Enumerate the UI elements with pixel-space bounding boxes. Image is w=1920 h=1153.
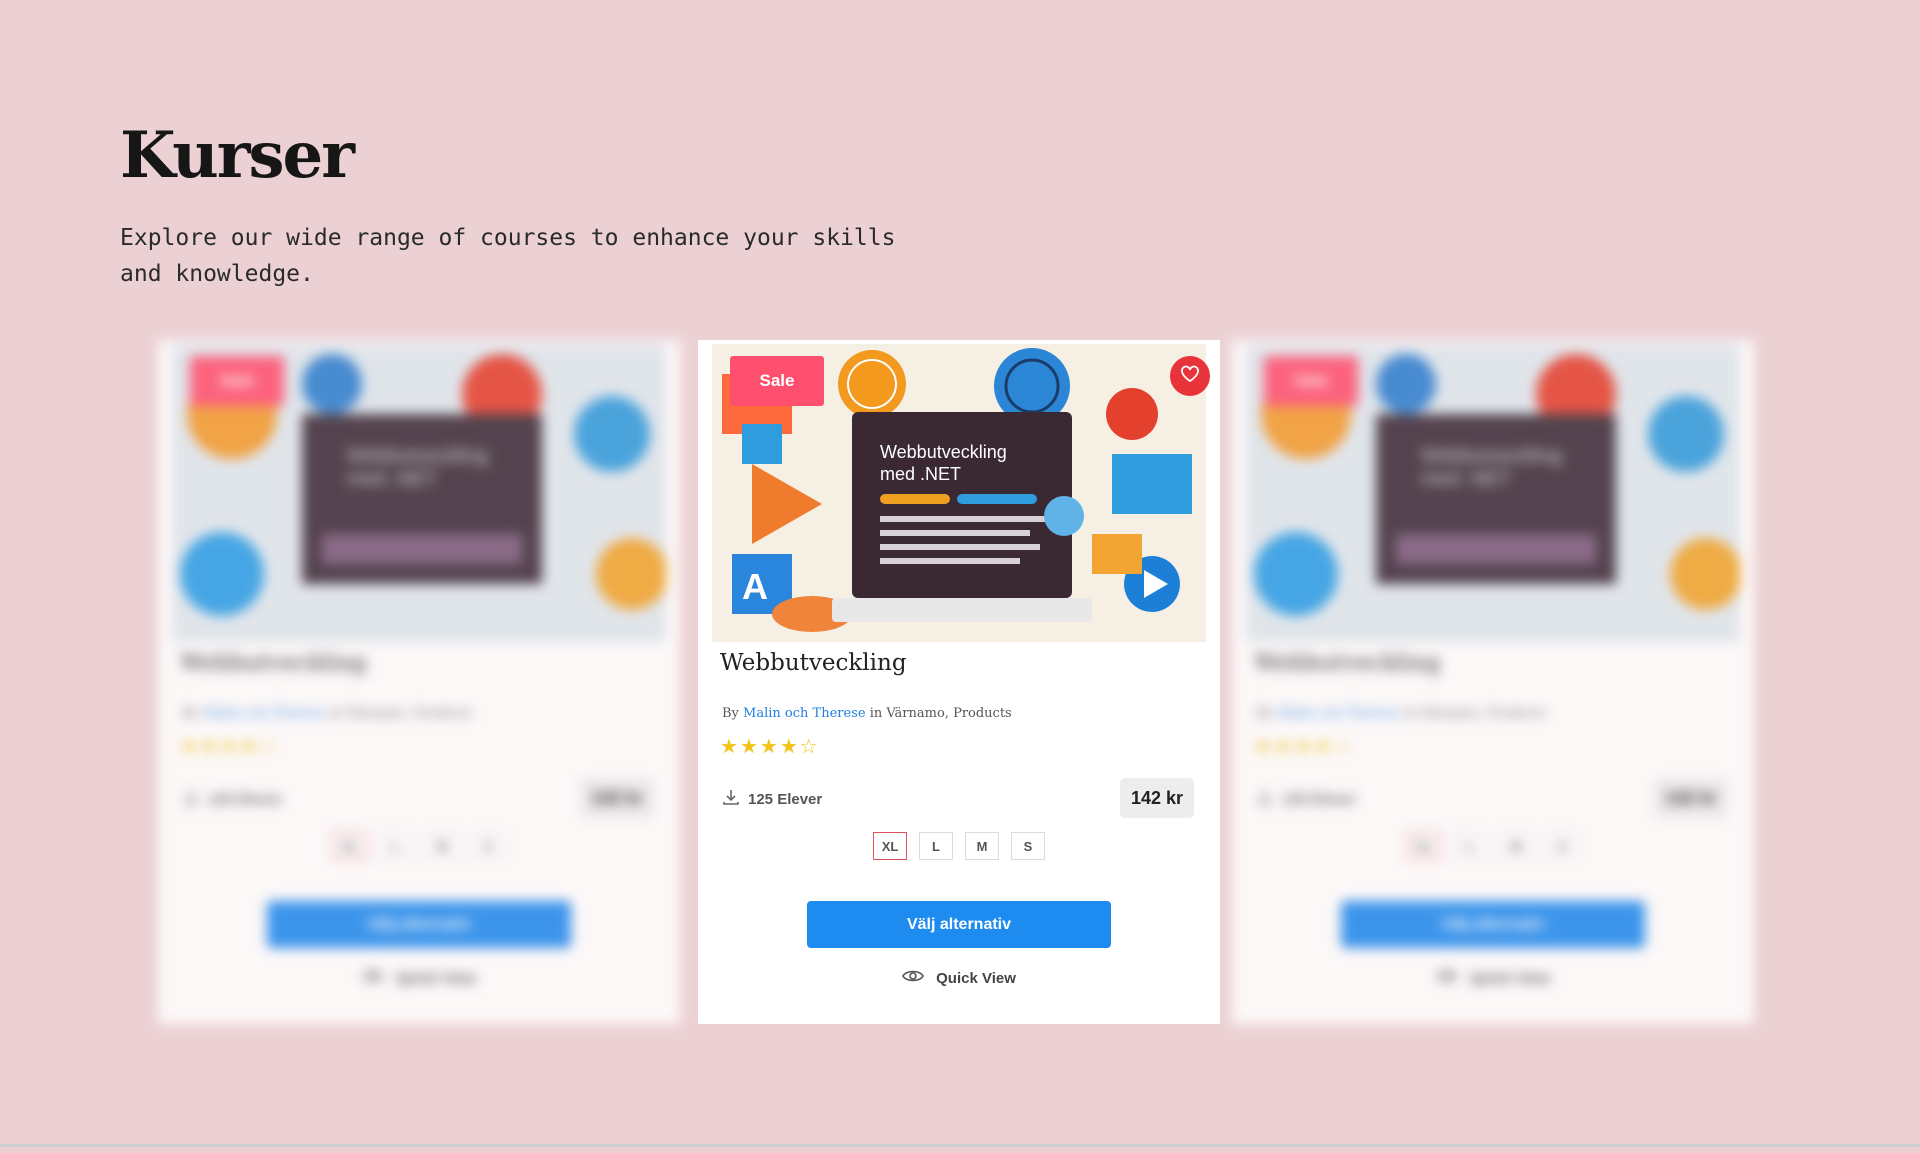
byline-prefix: By (1256, 706, 1273, 721)
quick-view-label: Quick View (1470, 969, 1550, 987)
star-empty-icon: ☆ (1333, 736, 1352, 758)
star-icon: ★ (759, 736, 778, 758)
size-option-l[interactable]: L (1453, 832, 1487, 860)
page-title: Kurser (120, 118, 355, 193)
price-tag: 142 kr (580, 778, 654, 818)
star-icon: ★ (1273, 736, 1292, 758)
course-title[interactable]: Webbutveckling (720, 650, 907, 676)
heart-icon (1180, 365, 1200, 388)
size-option-l[interactable]: L (379, 832, 413, 860)
course-byline: By Malin och Therese in Värnamo, Product… (1256, 706, 1546, 721)
price-tag: 142 kr (1654, 778, 1728, 818)
choose-option-button[interactable]: Välj alternativ (1341, 901, 1645, 948)
sale-badge: Sale (190, 356, 284, 406)
quick-view-link[interactable]: Quick View (698, 968, 1220, 988)
eye-icon (1436, 968, 1459, 988)
quick-view-link[interactable]: Quick View (1232, 968, 1754, 988)
quick-view-link[interactable]: Quick View (158, 968, 680, 988)
quick-view-label: Quick View (396, 969, 476, 987)
star-icon: ★ (1254, 736, 1272, 758)
star-icon: ★ (720, 736, 738, 758)
course-byline: By Malin och Therese in Värnamo, Product… (182, 706, 472, 721)
students-label: 125 Elever (748, 790, 823, 808)
size-options: XL L M S (1232, 832, 1754, 860)
byline-location: in Värnamo, Products (329, 706, 472, 721)
star-empty-icon: ☆ (799, 736, 818, 758)
page-subtitle: Explore our wide range of courses to enh… (120, 225, 896, 287)
size-option-s[interactable]: S (1011, 832, 1045, 860)
byline-prefix: By (182, 706, 199, 721)
course-card[interactable]: A Webbutveckling med .NET Sale Webbutvec… (698, 340, 1220, 1024)
image-caption-line2: med .NET (880, 464, 961, 484)
eye-icon (902, 968, 925, 988)
svg-text:A: A (742, 566, 768, 607)
byline-prefix: By (722, 706, 739, 721)
sale-badge: Sale (730, 356, 824, 406)
download-icon (722, 788, 740, 810)
eye-icon (362, 968, 385, 988)
author-link[interactable]: Malin och Therese (1277, 706, 1400, 721)
students-count: 125 Elever (722, 788, 822, 810)
course-title[interactable]: Webbutveckling (180, 650, 367, 676)
author-link[interactable]: Malin och Therese (203, 706, 326, 721)
size-option-l[interactable]: L (919, 832, 953, 860)
page-bottom-border (0, 1144, 1920, 1147)
students-label: 125 Elever (208, 790, 283, 808)
rating-stars: ★ ★ ★ ★ ☆ (1254, 737, 1352, 757)
size-option-m[interactable]: M (425, 832, 459, 860)
rating-stars: ★ ★ ★ ★ ☆ (180, 737, 278, 757)
download-icon (1256, 788, 1274, 810)
size-option-xl[interactable]: XL (333, 832, 367, 860)
choose-option-button[interactable]: Välj alternativ (807, 901, 1111, 948)
choose-option-button[interactable]: Välj alternativ (267, 901, 571, 948)
star-icon: ★ (219, 736, 238, 758)
star-icon: ★ (239, 736, 258, 758)
size-option-xl[interactable]: XL (1407, 832, 1441, 860)
students-label: 125 Elever (1282, 790, 1357, 808)
sale-badge: Sale (1264, 356, 1358, 406)
star-icon: ★ (779, 736, 798, 758)
size-option-xl[interactable]: XL (873, 832, 907, 860)
rating-stars: ★ ★ ★ ★ ☆ (720, 737, 818, 757)
course-card[interactable]: Webbutveckling med .NET Sale Webbutveckl… (158, 340, 680, 1024)
download-icon (182, 788, 200, 810)
students-count: 125 Elever (182, 788, 282, 810)
star-icon: ★ (1293, 736, 1312, 758)
size-option-m[interactable]: M (965, 832, 999, 860)
wishlist-button[interactable] (1170, 356, 1210, 396)
image-caption-line2: med .NET (1421, 468, 1511, 490)
star-icon: ★ (739, 736, 758, 758)
quick-view-label: Quick View (936, 969, 1016, 987)
course-byline: By Malin och Therese in Värnamo, Product… (722, 706, 1012, 721)
price-tag: 142 kr (1120, 778, 1194, 818)
star-empty-icon: ☆ (259, 736, 278, 758)
size-option-m[interactable]: M (1499, 832, 1533, 860)
course-card[interactable]: Webbutveckling med .NET Sale Webbutveckl… (1232, 340, 1754, 1024)
image-caption-line1: Webbutveckling (347, 445, 488, 467)
size-option-s[interactable]: S (1545, 832, 1579, 860)
students-count: 125 Elever (1256, 788, 1356, 810)
star-icon: ★ (180, 736, 198, 758)
byline-location: in Värnamo, Products (869, 706, 1012, 721)
size-option-s[interactable]: S (471, 832, 505, 860)
author-link[interactable]: Malin och Therese (743, 706, 866, 721)
size-options: XL L M S (158, 832, 680, 860)
size-options: XL L M S (698, 832, 1220, 860)
star-icon: ★ (1313, 736, 1332, 758)
image-caption-line1: Webbutveckling (880, 442, 1007, 462)
image-caption-line2: med .NET (347, 468, 437, 490)
star-icon: ★ (199, 736, 218, 758)
byline-location: in Värnamo, Products (1403, 706, 1546, 721)
course-title[interactable]: Webbutveckling (1254, 650, 1441, 676)
image-caption-line1: Webbutveckling (1421, 445, 1562, 467)
